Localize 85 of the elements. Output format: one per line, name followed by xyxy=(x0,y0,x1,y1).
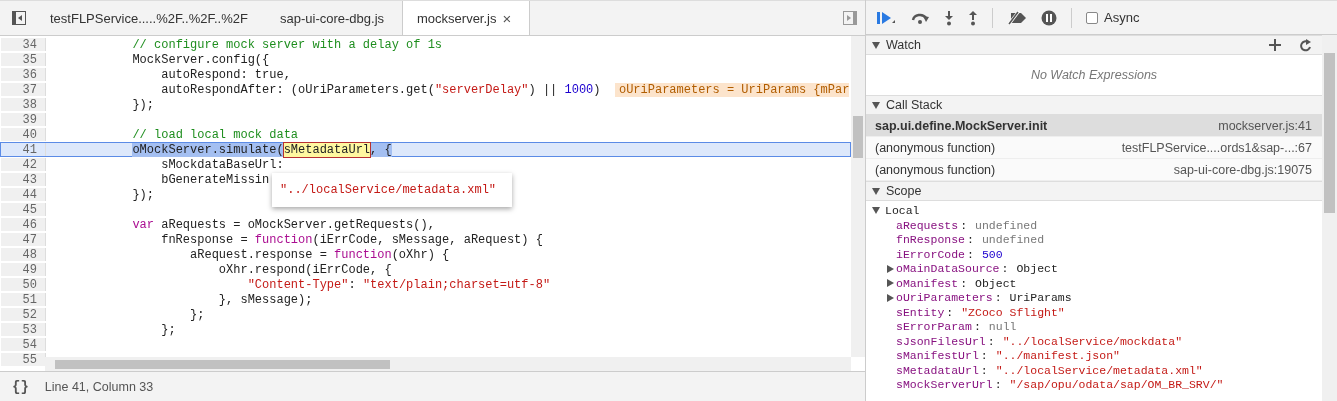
function-name: (anonymous function) xyxy=(875,140,997,155)
sidebar-toggle-icon[interactable] xyxy=(843,11,857,25)
line-number: 47 xyxy=(1,233,46,246)
scope-variable[interactable]: sJsonFilesUrl : "../localService/mockdata" xyxy=(866,334,1322,349)
section-header[interactable]: Call Stack xyxy=(866,95,1322,115)
line-number: 35 xyxy=(1,53,46,66)
navigator-toggle-icon[interactable] xyxy=(12,11,26,25)
add-icon[interactable] xyxy=(1269,39,1281,51)
scope-variable[interactable]: iErrorCode : 500 xyxy=(866,247,1322,262)
code-line: sMockdataBaseUrl: xyxy=(160,158,284,171)
code-line: aRequest.response = function(oXhr) { xyxy=(189,248,450,261)
line-number: 55 xyxy=(1,353,46,366)
code-line: MockServer.config({ xyxy=(131,53,270,66)
scope-variable[interactable]: sEntity : "ZCoco Sflight" xyxy=(866,305,1322,320)
line-number: 51 xyxy=(1,293,46,306)
refresh-icon[interactable] xyxy=(1300,38,1312,52)
code-line: fnResponse = function(iErrCode, sMessage, aRequest) { xyxy=(160,233,543,246)
scope-variable[interactable]: oUriParameters : UriParams xyxy=(866,290,1322,305)
frame-location[interactable]: mockserver.js:41 xyxy=(1218,118,1312,133)
code-line: autoRespond: true, xyxy=(160,68,291,81)
code-line: // load local mock data xyxy=(131,128,299,141)
scope-variable[interactable]: sManifestUrl : "../manifest.json" xyxy=(866,348,1322,363)
scope-variable[interactable]: sErrorParam : null xyxy=(866,319,1322,334)
frame-location[interactable]: sap-ui-core-dbg.js:19075 xyxy=(1173,162,1312,177)
line-number: 34 xyxy=(1,38,46,51)
line-number: 36 xyxy=(1,68,46,81)
code-line: }); xyxy=(131,188,155,201)
line-number: 48 xyxy=(1,248,46,261)
line-number: 46 xyxy=(1,218,46,231)
vertical-scrollbar[interactable] xyxy=(851,36,865,357)
code-line: var aRequests = oMockServer.getRequests(), xyxy=(131,218,435,231)
line-number: 38 xyxy=(1,98,46,111)
call-frame[interactable]: (anonymous function) testFLPService....ords1&sap-...:67 xyxy=(866,137,1322,159)
line-number: 37 xyxy=(1,83,46,96)
vertical-scrollbar[interactable] xyxy=(1322,35,1337,401)
code-line: }; xyxy=(189,308,205,321)
line-number: 50 xyxy=(1,278,46,291)
frame-location[interactable]: testFLPService....ords1&sap-...:67 xyxy=(1121,140,1312,155)
code-line: }; xyxy=(160,323,176,336)
line-number: 44 xyxy=(1,188,46,201)
popover-value: "../localService/metadata.xml" xyxy=(280,183,497,197)
pause-icon[interactable] xyxy=(1041,9,1057,26)
line-number: 40 xyxy=(1,128,46,141)
code-line: "Content-Type": "text/plain;charset=utf-8" xyxy=(246,278,551,291)
function-name: (anonymous function) xyxy=(875,162,997,177)
scope-variable[interactable]: aRequests : undefined xyxy=(866,218,1322,233)
line-number: 49 xyxy=(1,263,46,276)
async-checkbox[interactable]: Async xyxy=(1086,10,1140,25)
call-frame[interactable]: (anonymous function) sap-ui-core-dbg.js:19075 xyxy=(866,159,1322,181)
file-tab[interactable]: mockserver.js × xyxy=(402,1,531,35)
line-number: 53 xyxy=(1,323,46,336)
empty-message: No Watch Expressions xyxy=(1030,68,1158,82)
line-number: 39 xyxy=(1,113,46,126)
scope-group[interactable]: Local xyxy=(866,203,1322,218)
cursor-position: Line 41, Column 33 xyxy=(44,379,154,394)
line-number: 42 xyxy=(1,158,46,171)
code-line: oXhr.respond(iErrCode, { xyxy=(217,263,392,276)
code-line: // configure mock server with a delay of 1s xyxy=(131,38,443,51)
line-number: 54 xyxy=(1,338,46,351)
scope-variable[interactable]: sMetadataUrl : "../localService/metadata.xml" xyxy=(866,363,1322,378)
call-frame[interactable]: sap.ui.define.MockServer.init mockserver.js:41 xyxy=(866,115,1322,137)
scope-variable[interactable]: oManifest : Object xyxy=(866,276,1322,291)
function-name: sap.ui.define.MockServer.init xyxy=(875,118,1049,133)
code-line: }, sMessage); xyxy=(217,293,313,306)
resume-icon[interactable] xyxy=(876,9,896,26)
step-out-icon[interactable] xyxy=(968,9,978,26)
scope-variable[interactable]: fnResponse : undefined xyxy=(866,232,1322,247)
line-number: 52 xyxy=(1,308,46,321)
line-number: 43 xyxy=(1,173,46,186)
step-into-icon[interactable] xyxy=(944,9,954,26)
pretty-print-button[interactable]: {} xyxy=(12,378,29,395)
section-header[interactable]: Scope xyxy=(866,181,1322,201)
code-line: }); xyxy=(131,98,155,111)
code-line: autoRespondAfter: (oUriParameters.get("serverDelay") || 1000) oUriParameters = UriParams {mPar xyxy=(160,83,850,96)
code-line: oMockServer.simulate(sMetadataUrl, { xyxy=(131,143,392,156)
file-tab[interactable]: sap-ui-core-dbg.js xyxy=(265,1,402,35)
horizontal-scrollbar[interactable] xyxy=(45,357,851,371)
scope-variable[interactable]: oMainDataSource : Object xyxy=(866,261,1322,276)
line-number: 45 xyxy=(1,203,46,216)
code-line: bGenerateMissin xyxy=(160,173,270,186)
scope-variable[interactable]: sMockServerUrl : "/sap/opu/odata/sap/OM_BR_SRV/" xyxy=(866,377,1322,392)
file-tab[interactable]: testFLPService.....%2F..%2F..%2F xyxy=(36,1,266,35)
deactivate-breakpoints-icon[interactable] xyxy=(1007,10,1027,25)
section-header[interactable]: Watch xyxy=(866,35,1322,55)
close-icon[interactable]: × xyxy=(502,9,512,27)
